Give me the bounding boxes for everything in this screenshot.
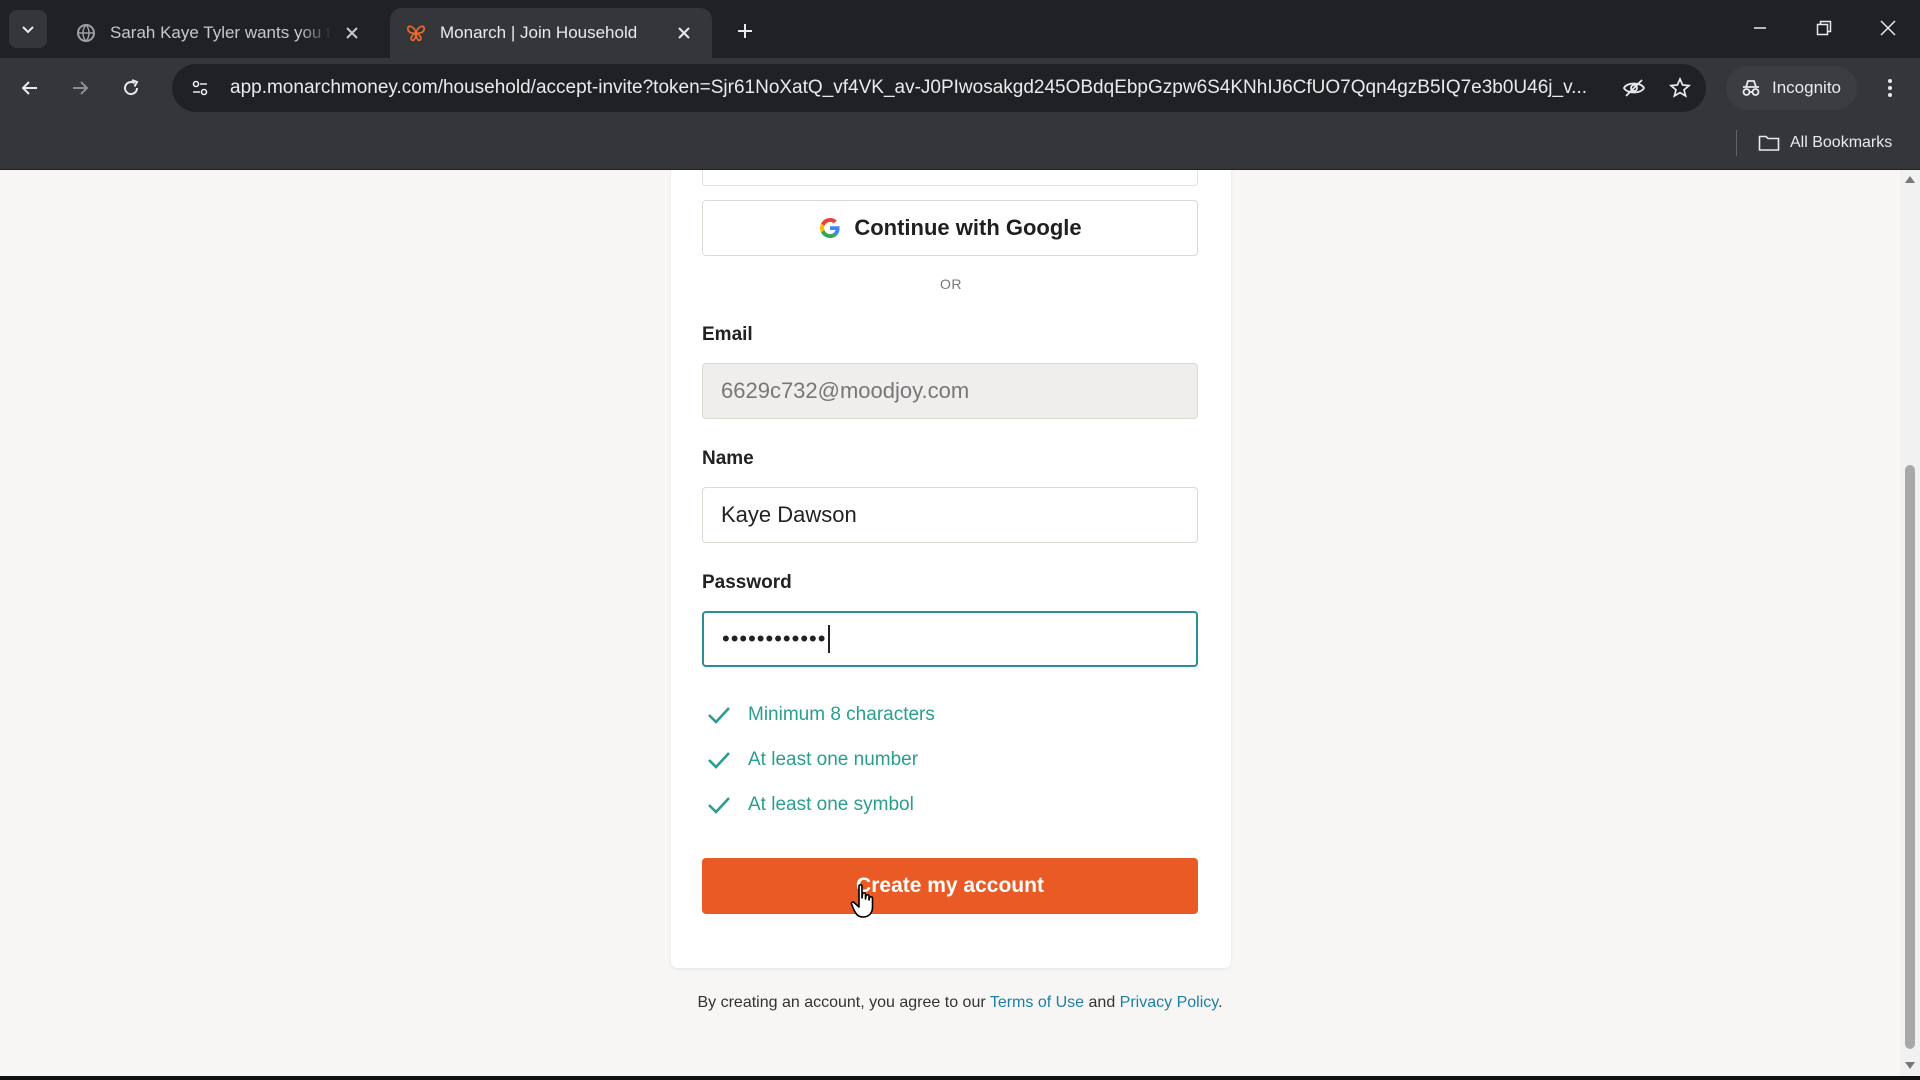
star-icon[interactable] xyxy=(1660,68,1700,108)
bookmarks-bar: All Bookmarks xyxy=(0,118,1920,170)
page-scrollbar[interactable] xyxy=(1900,170,1920,1076)
scroll-up-arrow-icon[interactable] xyxy=(1905,176,1915,183)
site-settings-icon[interactable] xyxy=(180,68,220,108)
legal-suffix: . xyxy=(1218,994,1223,1011)
legal-notice: By creating an account, you agree to our… xyxy=(660,990,1260,1015)
chevron-down-icon xyxy=(22,26,34,34)
create-account-label: Create my account xyxy=(856,874,1044,897)
arrow-right-icon xyxy=(73,81,89,95)
tab-title: Sarah Kaye Tyler wants you to join xyxy=(110,23,332,42)
requirement-text: Minimum 8 characters xyxy=(748,704,935,725)
close-icon[interactable] xyxy=(672,21,696,45)
legal-and: and xyxy=(1084,994,1120,1011)
incognito-indicator[interactable]: Incognito xyxy=(1726,66,1857,110)
close-window-button[interactable] xyxy=(1856,0,1920,56)
text-caret xyxy=(828,625,831,653)
privacy-policy-link[interactable]: Privacy Policy xyxy=(1120,994,1218,1011)
forward-button[interactable] xyxy=(62,70,98,106)
plus-icon xyxy=(738,24,752,38)
password-label: Password xyxy=(702,572,792,593)
window-controls xyxy=(1728,0,1920,56)
browser-menu-button[interactable] xyxy=(1872,70,1908,106)
email-value: 6629c732@moodjoy.com xyxy=(721,378,970,403)
close-icon[interactable] xyxy=(340,21,364,45)
name-field[interactable]: Kaye Dawson xyxy=(702,487,1198,543)
requirement-symbol: At least one symbol xyxy=(706,792,914,818)
folder-icon xyxy=(1758,135,1780,151)
address-bar[interactable]: app.monarchmoney.com/household/accept-in… xyxy=(172,64,1706,112)
more-vertical-icon xyxy=(1888,79,1892,97)
bookmarks-divider xyxy=(1736,130,1737,156)
terms-of-use-link[interactable]: Terms of Use xyxy=(990,994,1084,1011)
incognito-icon xyxy=(1742,80,1760,96)
password-masked-value: •••••••••••• xyxy=(722,626,827,651)
close-icon xyxy=(1880,20,1896,36)
tab-invite[interactable]: Sarah Kaye Tyler wants you to join xyxy=(60,8,380,58)
scrollbar-thumb[interactable] xyxy=(1905,465,1915,1049)
restore-icon xyxy=(1816,20,1832,36)
monarch-butterfly-icon xyxy=(406,23,426,43)
tab-strip: Sarah Kaye Tyler wants you to join Monar… xyxy=(0,0,1920,58)
url-text: app.monarchmoney.com/household/accept-in… xyxy=(230,77,1587,98)
checkmark-icon xyxy=(708,707,730,724)
signup-card: Continue with Google OR Email 6629c732@m… xyxy=(671,170,1231,968)
new-tab-button[interactable] xyxy=(730,16,760,46)
requirement-text: At least one symbol xyxy=(748,794,914,815)
checkmark-icon xyxy=(708,797,730,814)
all-bookmarks-button[interactable]: All Bookmarks xyxy=(1758,128,1892,158)
reload-icon xyxy=(124,79,139,96)
google-logo-icon xyxy=(820,218,840,238)
reload-button[interactable] xyxy=(113,70,149,106)
browser-toolbar: app.monarchmoney.com/household/accept-in… xyxy=(0,58,1920,118)
google-button-label: Continue with Google xyxy=(854,215,1082,240)
email-field[interactable]: 6629c732@moodjoy.com xyxy=(702,363,1198,419)
name-label: Name xyxy=(702,448,754,469)
checkmark-icon xyxy=(708,752,730,769)
previous-field-partial xyxy=(702,170,1198,186)
or-divider: OR xyxy=(940,276,962,292)
create-account-button[interactable]: Create my account xyxy=(702,858,1198,914)
tab-search-button[interactable] xyxy=(9,10,47,48)
globe-icon xyxy=(76,23,96,43)
minimize-button[interactable] xyxy=(1728,0,1792,56)
minimize-icon xyxy=(1754,27,1766,29)
tab-title: Monarch | Join Household xyxy=(440,23,638,42)
requirement-min-length: Minimum 8 characters xyxy=(706,702,935,728)
restore-button[interactable] xyxy=(1792,0,1856,56)
continue-with-google-button[interactable]: Continue with Google xyxy=(702,200,1198,256)
requirement-number: At least one number xyxy=(706,747,918,773)
email-label: Email xyxy=(702,324,753,345)
back-button[interactable] xyxy=(12,70,48,106)
eye-off-icon[interactable] xyxy=(1614,68,1654,108)
window-bottom-edge xyxy=(0,1076,1920,1080)
tab-monarch-join[interactable]: Monarch | Join Household xyxy=(390,8,712,58)
scroll-down-arrow-icon[interactable] xyxy=(1905,1062,1915,1069)
browser-chrome: Sarah Kaye Tyler wants you to join Monar… xyxy=(0,0,1920,170)
all-bookmarks-label: All Bookmarks xyxy=(1790,134,1893,151)
name-value: Kaye Dawson xyxy=(721,502,857,527)
page-viewport: Continue with Google OR Email 6629c732@m… xyxy=(0,170,1920,1076)
incognito-label: Incognito xyxy=(1772,78,1841,97)
arrow-left-icon xyxy=(21,81,37,95)
legal-prefix: By creating an account, you agree to our xyxy=(697,994,990,1011)
requirement-text: At least one number xyxy=(748,749,919,770)
password-field[interactable]: •••••••••••• xyxy=(702,611,1198,667)
